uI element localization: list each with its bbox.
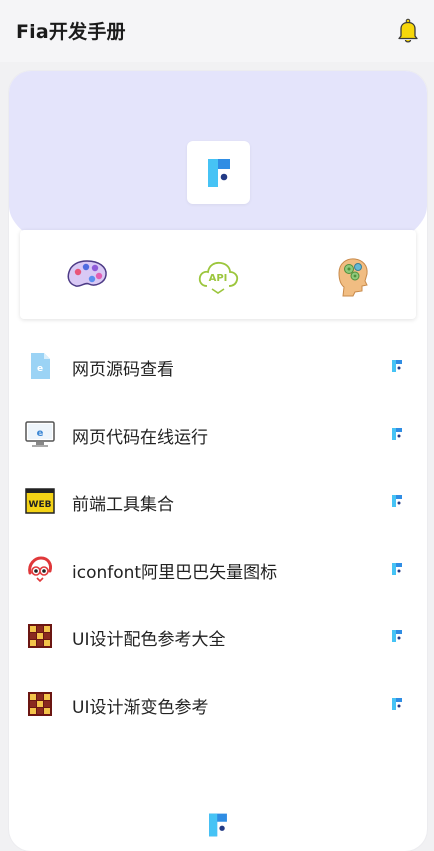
web-badge-icon: WEB bbox=[25, 486, 55, 516]
menu-item-iconfont[interactable]: iconfont阿里巴巴矢量图标 bbox=[9, 536, 427, 604]
app-title: Fia开发手册 bbox=[16, 21, 126, 43]
menu-list: e 网页源码查看 e 网页代码在线运行 WEB 前端工具集合 iconfont阿… bbox=[9, 333, 427, 739]
app-logo bbox=[187, 141, 250, 204]
bell-icon[interactable] bbox=[396, 18, 420, 44]
svg-text:WEB: WEB bbox=[29, 500, 52, 510]
menu-item-label: iconfont阿里巴巴矢量图标 bbox=[72, 562, 278, 583]
fia-mark-icon bbox=[392, 360, 402, 372]
color-grid-icon bbox=[25, 621, 55, 651]
head-gears-icon[interactable] bbox=[329, 253, 373, 297]
menu-item-label: 网页代码在线运行 bbox=[72, 427, 208, 448]
fia-logo-icon bbox=[209, 813, 227, 837]
menu-item-color-reference[interactable]: UI设计配色参考大全 bbox=[9, 603, 427, 671]
svg-text:e: e bbox=[37, 364, 43, 374]
fia-mark-icon bbox=[392, 562, 402, 575]
svg-text:e: e bbox=[37, 428, 44, 439]
menu-item-label: UI设计渐变色参考 bbox=[72, 697, 209, 718]
fia-mark-icon bbox=[392, 427, 402, 440]
monitor-browser-icon: e bbox=[25, 419, 55, 449]
iconfont-mascot-icon bbox=[25, 554, 55, 584]
menu-item-frontend-tools[interactable]: WEB 前端工具集合 bbox=[9, 468, 427, 536]
main-card: API e 网页源码查看 e 网页代码在线运行 WEB 前端工具集合 iconf… bbox=[9, 71, 427, 851]
html-file-icon: e bbox=[25, 351, 55, 381]
menu-item-gradient-reference[interactable]: UI设计渐变色参考 bbox=[9, 671, 427, 739]
color-grid-icon bbox=[25, 689, 55, 719]
fia-mark-icon bbox=[392, 697, 402, 710]
quick-actions-panel: API bbox=[20, 230, 416, 319]
menu-item-label: 网页源码查看 bbox=[72, 360, 174, 380]
menu-item-source-viewer[interactable]: e 网页源码查看 bbox=[9, 333, 427, 401]
top-bar: Fia开发手册 bbox=[0, 0, 434, 62]
fia-mark-icon bbox=[392, 630, 402, 643]
api-cloud-icon[interactable]: API bbox=[196, 253, 240, 297]
palette-icon[interactable] bbox=[65, 253, 109, 297]
svg-text:API: API bbox=[209, 273, 228, 284]
menu-item-online-runner[interactable]: e 网页代码在线运行 bbox=[9, 401, 427, 469]
menu-item-label: 前端工具集合 bbox=[72, 495, 174, 516]
fia-logo-icon bbox=[207, 158, 230, 187]
fia-mark-icon bbox=[392, 495, 402, 508]
menu-item-label: UI设计配色参考大全 bbox=[72, 630, 226, 651]
